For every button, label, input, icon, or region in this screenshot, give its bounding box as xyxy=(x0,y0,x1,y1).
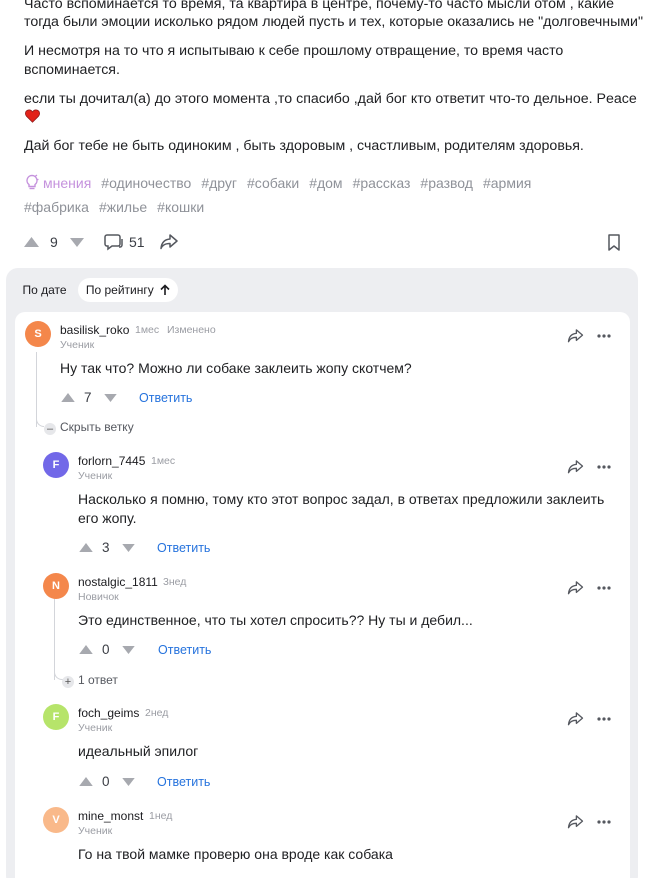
downvote-icon[interactable] xyxy=(122,778,135,786)
comment-text: Насколько я помню, тому кто этот вопрос … xyxy=(78,491,605,526)
plus-icon: + xyxy=(62,676,74,688)
username[interactable]: mine_monst xyxy=(78,809,143,823)
tags-row: #фабрика #жилье #кошки xyxy=(24,199,214,215)
thread-line xyxy=(36,407,44,427)
post-paragraph: тогда были эмоции исколько рядом людей п… xyxy=(24,14,643,30)
reply-button[interactable]: Ответить xyxy=(157,541,210,555)
tag[interactable]: #жилье xyxy=(99,199,147,215)
comment-time: 3нед xyxy=(163,576,187,588)
tags-row: мнения #одиночество #друг #собаки #дом #расск… xyxy=(24,174,541,191)
upvote-icon[interactable] xyxy=(79,645,93,654)
tag[interactable]: #армия xyxy=(483,175,531,191)
comment-vote-count: 7 xyxy=(84,390,92,405)
comment-vote-count: 3 xyxy=(102,540,110,555)
sort-by-rating-button[interactable]: По рейтингу xyxy=(78,278,178,302)
comment-text: идеальный эпилог xyxy=(78,743,199,759)
post: Часто вспоминается то время, та квартира… xyxy=(0,0,647,270)
avatar[interactable]: N xyxy=(43,573,69,599)
upvote-icon[interactable] xyxy=(79,543,93,552)
more-icon[interactable] xyxy=(597,465,611,469)
more-icon[interactable] xyxy=(597,334,611,338)
user-rank: Ученик xyxy=(78,825,113,837)
post-paragraph: вспоминается. xyxy=(24,62,120,78)
share-icon[interactable] xyxy=(160,234,178,250)
username[interactable]: nostalgic_1811 xyxy=(78,575,158,589)
username[interactable]: forlorn_7445 xyxy=(78,454,145,468)
user-rank: Новичок xyxy=(78,591,119,603)
user-rank: Ученик xyxy=(78,470,113,482)
tag[interactable]: #фабрика xyxy=(24,199,89,215)
downvote-icon[interactable] xyxy=(122,544,135,552)
tag[interactable]: #друг xyxy=(201,175,237,191)
post-paragraph: И несмотря на то что я испытываю к себе … xyxy=(24,43,564,59)
share-icon[interactable] xyxy=(567,581,584,595)
replies-count-label: 1 ответ xyxy=(78,673,118,687)
tag[interactable]: #дом xyxy=(309,175,342,191)
comment-text: Это единственное, что ты хотел спросить?… xyxy=(78,612,473,628)
post-paragraph: если ты дочитал(а) до этого момента ,то … xyxy=(24,91,637,107)
avatar[interactable]: F xyxy=(43,452,69,478)
comments-section: По дате По рейтингу S basilisk_roko 1мес… xyxy=(6,268,638,878)
post-paragraph: Часто вспоминается то время, та квартира… xyxy=(24,0,615,12)
downvote-icon[interactable] xyxy=(122,646,135,654)
more-icon[interactable] xyxy=(597,717,611,721)
reply-button[interactable]: Ответить xyxy=(158,643,211,657)
avatar[interactable]: V xyxy=(43,807,69,833)
edited-label: Изменено xyxy=(167,324,216,336)
comment-time: 2нед xyxy=(145,707,169,719)
user-rank: Ученик xyxy=(78,722,113,734)
downvote-icon[interactable] xyxy=(70,238,84,247)
tag[interactable]: #рассказ xyxy=(353,175,411,191)
heart-icon xyxy=(25,109,40,123)
sort-by-rating-label: По рейтингу xyxy=(85,283,154,297)
comments-count: 51 xyxy=(129,234,145,250)
tag[interactable]: #развод xyxy=(420,175,473,191)
user-rank: Ученик xyxy=(60,339,95,351)
comment-text: Ну так что? Можно ли собаке заклеить жоп… xyxy=(60,360,412,376)
more-icon[interactable] xyxy=(597,820,611,824)
arrow-up-icon xyxy=(160,284,170,295)
share-icon[interactable] xyxy=(567,815,584,829)
comments-list: S basilisk_roko 1мес Изменено Ученик Ну … xyxy=(15,312,630,878)
upvote-icon[interactable] xyxy=(79,777,93,786)
upvote-icon[interactable] xyxy=(61,393,75,402)
share-icon[interactable] xyxy=(567,329,584,343)
hide-branch-label: Скрыть ветку xyxy=(60,420,134,434)
show-replies-button[interactable]: +1 ответ xyxy=(62,673,118,688)
downvote-icon[interactable] xyxy=(104,394,117,402)
hide-branch-button[interactable]: – Скрыть ветку xyxy=(44,420,134,435)
tag[interactable]: #собаки xyxy=(247,175,299,191)
more-icon[interactable] xyxy=(597,586,611,590)
post-actions: 9 51 xyxy=(24,232,624,254)
minus-icon: – xyxy=(44,423,56,435)
post-vote-count: 9 xyxy=(50,234,58,250)
post-paragraph: Дай бог тебе не быть одиноким , быть здо… xyxy=(24,138,584,154)
username[interactable]: foch_geims xyxy=(78,706,139,720)
avatar[interactable]: S xyxy=(25,321,51,347)
share-icon[interactable] xyxy=(567,712,584,726)
tag[interactable]: #одиночество xyxy=(101,175,191,191)
share-icon[interactable] xyxy=(567,460,584,474)
comment-text: Го на твой мамке проверю она вроде как с… xyxy=(78,846,393,862)
comment-time: 1мес xyxy=(135,324,160,336)
bookmark-icon[interactable] xyxy=(607,234,621,252)
tag[interactable]: #кошки xyxy=(157,199,204,215)
reply-button[interactable]: Ответить xyxy=(157,775,210,789)
comments-icon[interactable] xyxy=(104,233,124,251)
comment-vote-count: 0 xyxy=(102,774,110,789)
comment-time: 1нед xyxy=(149,810,173,822)
avatar[interactable]: F xyxy=(43,704,69,730)
tag-opinions[interactable]: мнения xyxy=(43,175,91,191)
comment-vote-count: 0 xyxy=(102,642,110,657)
lightbulb-icon xyxy=(26,174,39,190)
username[interactable]: basilisk_roko xyxy=(60,323,129,337)
comment-time: 1мес xyxy=(151,455,176,467)
reply-button[interactable]: Ответить xyxy=(139,391,192,405)
upvote-icon[interactable] xyxy=(24,237,39,247)
sort-by-date-button[interactable]: По дате xyxy=(16,278,73,302)
